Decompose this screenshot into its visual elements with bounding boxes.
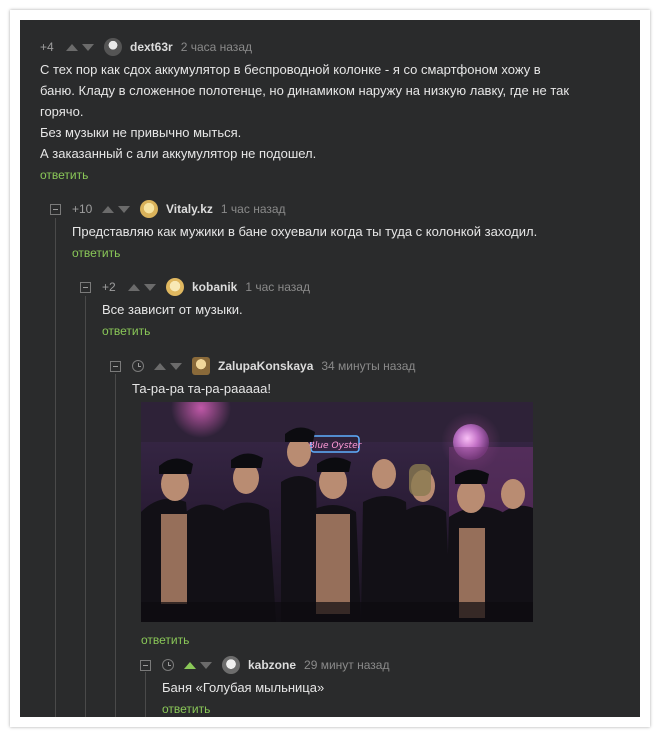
comment-text-line: баню. Кладу в сложенное полотенце, но ди… [40,83,570,98]
comment-text: Баня «Голубая мыльница» [162,677,632,698]
comment-time[interactable]: 1 час назад [245,280,310,294]
reply-link[interactable]: ответить [72,246,120,260]
comment-text-line: А заказанный с али аккумулятор не подоше… [40,146,317,161]
comment-time[interactable]: 2 часа назад [181,40,252,54]
comment-author[interactable]: kobanik [192,280,237,294]
reply-link[interactable]: ответить [162,702,210,716]
collapse-thread-button[interactable] [80,282,91,293]
comment-kabzone: kabzone 29 минут назад Баня «Голубая мыл… [162,656,632,716]
collapse-thread-button[interactable] [110,361,121,372]
reply-link[interactable]: ответить [141,633,189,647]
comment-text: С тех пор как сдох аккумулятор в беспров… [40,59,630,164]
upvote-icon[interactable] [66,43,78,51]
comment-text: Представляю как мужики в бане охуевали к… [72,221,632,242]
reply-link[interactable]: ответить [40,168,88,182]
collapse-thread-button[interactable] [140,660,151,671]
comment-author[interactable]: Vitaly.kz [166,202,213,216]
clock-icon [132,360,144,372]
avatar[interactable] [192,357,210,375]
downvote-icon[interactable] [118,205,130,213]
comment-text-line: С тех пор как сдох аккумулятор в беспров… [40,62,541,77]
upvote-icon[interactable] [102,205,114,213]
downvote-icon[interactable] [144,283,156,291]
comment-rating: +4 [40,40,54,54]
comment-time[interactable]: 1 час назад [221,202,286,216]
comment-zalupakonskaya: ZalupaKonskaya 34 минуты назад Та-ра-ра … [132,357,632,399]
avatar[interactable] [140,200,158,218]
upvote-icon[interactable] [184,661,196,669]
comment-header: +2 kobanik 1 час назад [102,278,632,296]
comment-kobanik: +2 kobanik 1 час назад Все зависит от му… [102,278,632,338]
comment-header: +10 Vitaly.kz 1 час назад [72,200,632,218]
comment-header: +4 dext63r 2 часа назад [40,38,630,56]
neon-sign-text: Blue Oyster [309,441,363,451]
comments-panel: +4 dext63r 2 часа назад С тех пор как сд… [20,20,640,717]
comment-time[interactable]: 29 минут назад [304,658,389,672]
comment-time[interactable]: 34 минуты назад [321,359,415,373]
comment-text-line: Все зависит от музыки. [102,302,243,317]
comment-image[interactable]: Blue Oyster [141,402,533,622]
comment-rating: +10 [72,202,93,216]
comment-text: Все зависит от музыки. [102,299,632,320]
avatar[interactable] [104,38,122,56]
comment-text-line: Баня «Голубая мыльница» [162,680,325,695]
collapse-thread-button[interactable] [50,204,61,215]
comment-text-line: Та-ра-ра та-ра-рааааа! [132,381,271,396]
comment-header: ZalupaKonskaya 34 минуты назад [132,357,632,375]
upvote-icon[interactable] [154,362,166,370]
downvote-icon[interactable] [170,362,182,370]
comment-author[interactable]: kabzone [248,658,296,672]
clock-icon [162,659,174,671]
downvote-icon[interactable] [82,43,94,51]
reply-link[interactable]: ответить [102,324,150,338]
comment-header: kabzone 29 минут назад [162,656,632,674]
thread-branch-line[interactable] [85,296,86,717]
comment-vitaly: +10 Vitaly.kz 1 час назад Представляю ка… [72,200,632,260]
downvote-icon[interactable] [200,661,212,669]
thread-branch-line[interactable] [115,374,116,717]
comment-dext63r: +4 dext63r 2 часа назад С тех пор как сд… [40,38,630,182]
comment-text-line: горячо. [40,104,84,119]
avatar[interactable] [222,656,240,674]
comment-text-line: Без музыки не привычно мыться. [40,125,242,140]
comment-text-line: Представляю как мужики в бане охуевали к… [72,224,538,239]
comment-rating: +2 [102,280,116,294]
comment-author[interactable]: dext63r [130,40,173,54]
comment-author[interactable]: ZalupaKonskaya [218,359,313,373]
avatar[interactable] [166,278,184,296]
thread-branch-line[interactable] [55,218,56,717]
comment-text: Та-ра-ра та-ра-рааааа! [132,378,632,399]
bar-scene-image: Blue Oyster [141,402,533,622]
upvote-icon[interactable] [128,283,140,291]
thread-branch-line[interactable] [145,672,146,717]
screenshot-frame: +4 dext63r 2 часа назад С тех пор как сд… [10,10,650,727]
